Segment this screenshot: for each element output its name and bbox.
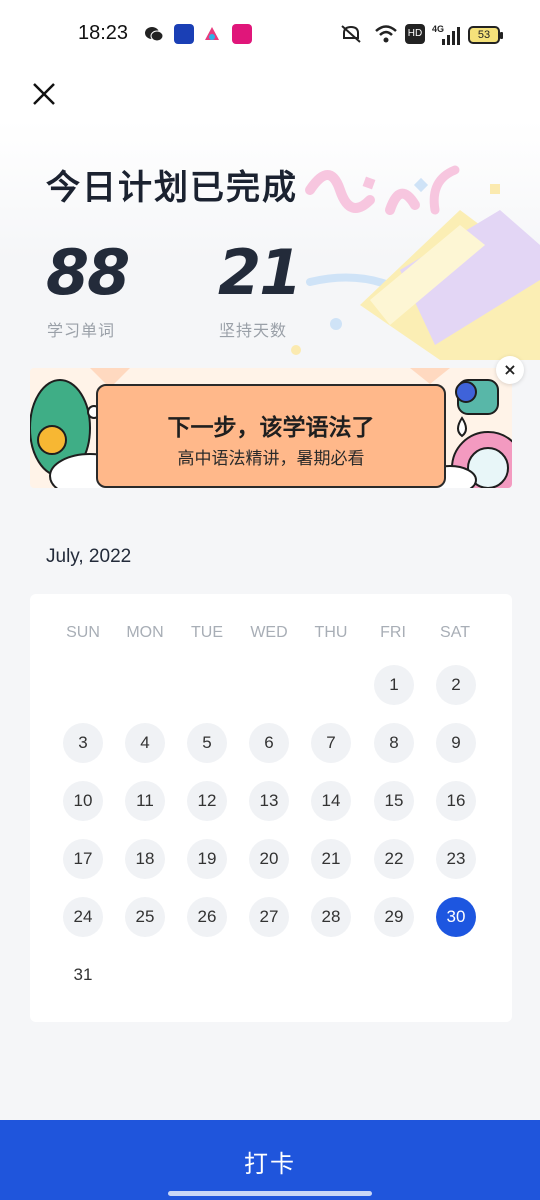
calendar-day[interactable]: 14 <box>311 781 351 821</box>
calendar-day[interactable]: 11 <box>125 781 165 821</box>
weekday-sat: SAT <box>440 624 470 641</box>
calendar-day-selected[interactable]: 30 <box>436 897 476 937</box>
weekday-thu: THU <box>314 624 348 641</box>
calendar-day[interactable]: 23 <box>436 839 476 879</box>
close-icon <box>33 83 55 105</box>
calendar-day[interactable]: 27 <box>249 897 289 937</box>
calendar-day[interactable]: 5 <box>187 723 227 763</box>
calendar-day[interactable]: 16 <box>436 781 476 821</box>
calendar-day[interactable]: 25 <box>125 897 165 937</box>
calendar-month-label: July, 2022 <box>46 546 132 567</box>
calendar-day[interactable]: 29 <box>374 897 414 937</box>
shopping-app-icon <box>232 24 252 44</box>
calendar-day[interactable]: 21 <box>311 839 351 879</box>
mute-icon <box>340 24 361 44</box>
calendar-day[interactable]: 8 <box>374 723 414 763</box>
checkin-button[interactable]: 打卡 <box>0 1120 540 1200</box>
calendar-day[interactable]: 24 <box>63 897 103 937</box>
calendar-day[interactable]: 6 <box>249 723 289 763</box>
calendar-day[interactable]: 3 <box>63 723 103 763</box>
banner-card: 下一步，该学语法了 高中语法精讲，暑期必看 <box>96 384 446 488</box>
calendar-day[interactable]: 9 <box>436 723 476 763</box>
banner-title: 下一步，该学语法了 <box>167 415 375 441</box>
calendar-day[interactable]: 28 <box>311 897 351 937</box>
calendar-day[interactable]: 2 <box>436 665 476 705</box>
calendar-day[interactable]: 17 <box>63 839 103 879</box>
checkin-calendar: SUN MON TUE WED THU FRI SAT 1 2 3 4 5 6 … <box>30 594 512 1022</box>
weekday-wed: WED <box>250 624 288 641</box>
banner-close-button[interactable]: × <box>496 356 524 384</box>
weekday-fri: FRI <box>380 624 406 641</box>
weekday-tue: TUE <box>191 624 223 641</box>
calendar-day[interactable]: 20 <box>249 839 289 879</box>
status-time: 18:23 <box>78 22 129 44</box>
calendar-day[interactable]: 19 <box>187 839 227 879</box>
calendar-day[interactable]: 18 <box>125 839 165 879</box>
wechat-icon <box>144 24 164 44</box>
calendar-day[interactable]: 12 <box>187 781 227 821</box>
streak-days-label: 坚持天数 <box>219 321 288 340</box>
close-button[interactable] <box>28 78 62 112</box>
hd-icon: HD <box>405 24 425 44</box>
words-learned-value: 88 <box>46 236 130 309</box>
calendar-app-icon <box>174 24 194 44</box>
home-indicator <box>168 1191 372 1196</box>
page-title: 今日计划已完成 <box>46 168 298 208</box>
weekday-mon: MON <box>126 624 164 641</box>
calendar-day[interactable]: 4 <box>125 723 165 763</box>
banner-subtitle: 高中语法精讲，暑期必看 <box>177 449 365 469</box>
calendar-day[interactable]: 1 <box>374 665 414 705</box>
checkin-button-label: 打卡 <box>244 1150 296 1178</box>
network-type: 4G <box>432 24 445 34</box>
wifi-icon <box>374 24 397 44</box>
calendar-day[interactable]: 7 <box>311 723 351 763</box>
battery-icon: 53 <box>468 26 503 44</box>
calendar-day[interactable]: 13 <box>249 781 289 821</box>
calendar-day[interactable]: 31 <box>63 955 103 995</box>
calendar-day[interactable]: 26 <box>187 897 227 937</box>
streak-days-value: 21 <box>218 236 302 309</box>
party-popper-illustration <box>290 150 540 380</box>
status-bar: 18:23 HD 4G 53 <box>0 0 540 72</box>
calendar-day[interactable]: 10 <box>63 781 103 821</box>
weekday-sun: SUN <box>66 624 100 641</box>
grammar-promo-banner[interactable]: 下一步，该学语法了 高中语法精讲，暑期必看 <box>30 368 512 488</box>
app-icon <box>202 24 222 44</box>
words-learned-label: 学习单词 <box>47 321 116 340</box>
calendar-day[interactable]: 22 <box>374 839 414 879</box>
calendar-day[interactable]: 15 <box>374 781 414 821</box>
